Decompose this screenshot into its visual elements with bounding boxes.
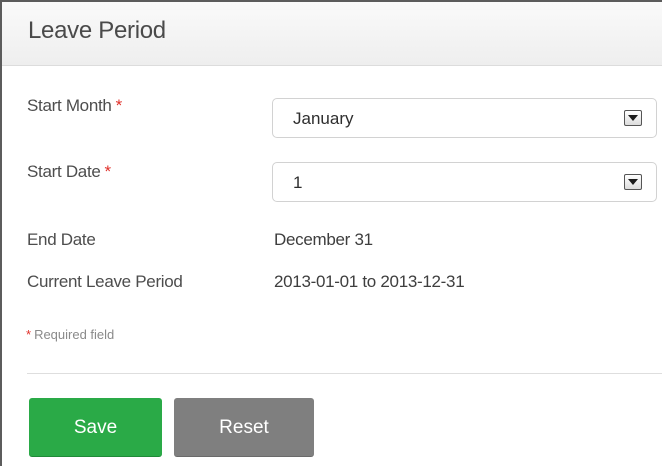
start-month-label: Start Month * bbox=[27, 96, 122, 116]
required-field-note: * Required field bbox=[26, 327, 114, 342]
chevron-down-icon[interactable] bbox=[624, 174, 642, 190]
end-date-value: December 31 bbox=[274, 230, 373, 249]
start-date-select[interactable]: 1 bbox=[272, 162, 657, 202]
required-field-note-text: Required field bbox=[34, 327, 115, 342]
form-divider bbox=[27, 373, 662, 374]
required-star: * bbox=[26, 327, 32, 342]
start-month-label-text: Start Month bbox=[27, 96, 112, 115]
chevron-down-icon[interactable] bbox=[624, 110, 642, 126]
end-date-label: End Date bbox=[27, 230, 96, 249]
current-leave-period-value: 2013-01-01 to 2013-12-31 bbox=[274, 272, 465, 291]
save-button[interactable]: Save bbox=[29, 398, 162, 457]
start-date-label-text: Start Date bbox=[27, 162, 101, 181]
start-date-selected-value: 1 bbox=[293, 173, 303, 192]
panel-header: Leave Period bbox=[2, 2, 662, 66]
page-title: Leave Period bbox=[28, 17, 166, 44]
reset-button[interactable]: Reset bbox=[174, 398, 314, 457]
required-star: * bbox=[115, 96, 123, 115]
start-date-label: Start Date * bbox=[27, 162, 111, 182]
leave-period-panel: Leave Period Start Month * January Start … bbox=[0, 0, 662, 466]
current-leave-period-label: Current Leave Period bbox=[27, 272, 183, 291]
required-star: * bbox=[104, 162, 112, 181]
start-month-selected-value: January bbox=[293, 109, 354, 128]
start-month-select[interactable]: January bbox=[272, 98, 657, 138]
